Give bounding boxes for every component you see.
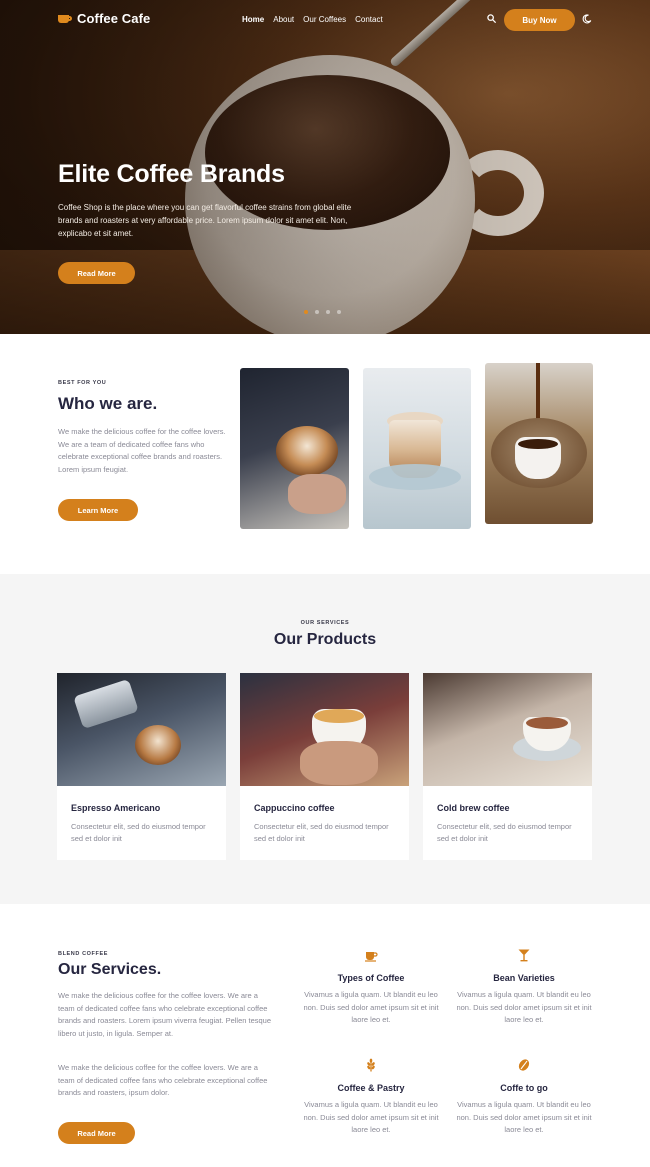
feature-title: Coffee & Pastry bbox=[337, 1083, 405, 1093]
product-card-espresso[interactable]: Espresso Americano Consectetur elit, sed… bbox=[57, 673, 226, 860]
hero-title: Elite Coffee Brands bbox=[58, 160, 285, 188]
cocktail-glass-icon bbox=[518, 949, 530, 962]
services-paragraph: We make the delicious coffee for the cof… bbox=[58, 1063, 268, 1097]
about-eyebrow: BEST FOR YOU bbox=[58, 380, 107, 386]
learn-more-button[interactable]: Learn More bbox=[58, 499, 138, 521]
products-title: Our Products bbox=[273, 631, 377, 648]
latte-art-photo bbox=[240, 368, 349, 529]
slider-dot[interactable] bbox=[315, 310, 319, 314]
product-card-cappuccino[interactable]: Cappuccino coffee Consectetur elit, sed … bbox=[240, 673, 409, 860]
services-paragraph: We make the delicious coffee for the cof… bbox=[58, 991, 272, 1038]
product-card-cold-brew[interactable]: Cold brew coffee Consectetur elit, sed d… bbox=[423, 673, 592, 860]
brand-name: Coffee Cafe bbox=[77, 11, 151, 26]
feature-title: Bean Varieties bbox=[493, 973, 555, 983]
feature-text: Vivamus a ligula quam. Ut blandit eu leo… bbox=[303, 990, 439, 1024]
search-icon[interactable] bbox=[487, 14, 496, 23]
feature-coffee-pastry: Coffee & Pastry Vivamus a ligula quam. U… bbox=[301, 1058, 441, 1137]
cappuccino-photo bbox=[240, 673, 409, 786]
main-menu: Home About Our Coffees Contact bbox=[242, 15, 383, 24]
buy-now-button[interactable]: Buy Now bbox=[504, 9, 575, 31]
feature-title: Coffe to go bbox=[500, 1083, 548, 1093]
product-title[interactable]: Espresso Americano bbox=[71, 803, 160, 813]
moon-icon[interactable] bbox=[582, 14, 592, 24]
coffee-pour-photo bbox=[485, 363, 593, 524]
top-navigation: Coffee Cafe Home About Our Coffees Conta… bbox=[0, 0, 650, 40]
services-title: Our Services. bbox=[58, 961, 162, 978]
hero-description: Coffee Shop is the place where you can g… bbox=[58, 203, 352, 238]
nav-item-about[interactable]: About bbox=[273, 15, 294, 24]
espresso-photo bbox=[57, 673, 226, 786]
slider-dots bbox=[304, 310, 341, 314]
feature-text: Vivamus a ligula quam. Ut blandit eu leo… bbox=[456, 1100, 592, 1134]
feature-bean-varieties: Bean Varieties Vivamus a ligula quam. Ut… bbox=[454, 948, 594, 1027]
product-text: Consectetur elit, sed do eiusmod tempor … bbox=[71, 822, 206, 843]
slider-dot[interactable] bbox=[326, 310, 330, 314]
services-read-more-button[interactable]: Read More bbox=[58, 1122, 135, 1144]
product-text: Consectetur elit, sed do eiusmod tempor … bbox=[437, 822, 572, 843]
feature-text: Vivamus a ligula quam. Ut blandit eu leo… bbox=[303, 1100, 439, 1134]
about-title: Who we are. bbox=[58, 394, 158, 413]
feature-title: Types of Coffee bbox=[337, 973, 405, 983]
product-title[interactable]: Cappuccino coffee bbox=[254, 803, 335, 813]
coffee-cup-icon bbox=[365, 952, 378, 962]
wheat-icon bbox=[367, 1058, 375, 1072]
nav-item-contact[interactable]: Contact bbox=[355, 15, 383, 24]
cold-brew-photo bbox=[423, 673, 592, 786]
hero-section: Coffee Cafe Home About Our Coffees Conta… bbox=[0, 0, 650, 334]
nav-item-home[interactable]: Home bbox=[242, 15, 264, 24]
nav-item-our-coffees[interactable]: Our Coffees bbox=[303, 15, 346, 24]
products-eyebrow: OUR SERVICES bbox=[300, 620, 350, 626]
feature-types-of-coffee: Types of Coffee Vivamus a ligula quam. U… bbox=[301, 948, 441, 1027]
about-description: We make the delicious coffee for the cof… bbox=[58, 427, 226, 474]
slider-dot[interactable] bbox=[304, 310, 308, 314]
coffee-bean-icon bbox=[518, 1059, 530, 1071]
feature-text: Vivamus a ligula quam. Ut blandit eu leo… bbox=[456, 990, 592, 1024]
coffee-cup-icon bbox=[58, 13, 72, 24]
logo[interactable]: Coffee Cafe bbox=[58, 11, 150, 26]
product-title[interactable]: Cold brew coffee bbox=[437, 803, 510, 813]
product-text: Consectetur elit, sed do eiusmod tempor … bbox=[254, 822, 389, 843]
cappuccino-glass-photo bbox=[363, 368, 471, 529]
feature-coffe-to-go: Coffe to go Vivamus a ligula quam. Ut bl… bbox=[454, 1058, 594, 1137]
services-eyebrow: BLEND COFFEE bbox=[58, 951, 108, 957]
slider-dot[interactable] bbox=[337, 310, 341, 314]
read-more-button[interactable]: Read More bbox=[58, 262, 135, 284]
